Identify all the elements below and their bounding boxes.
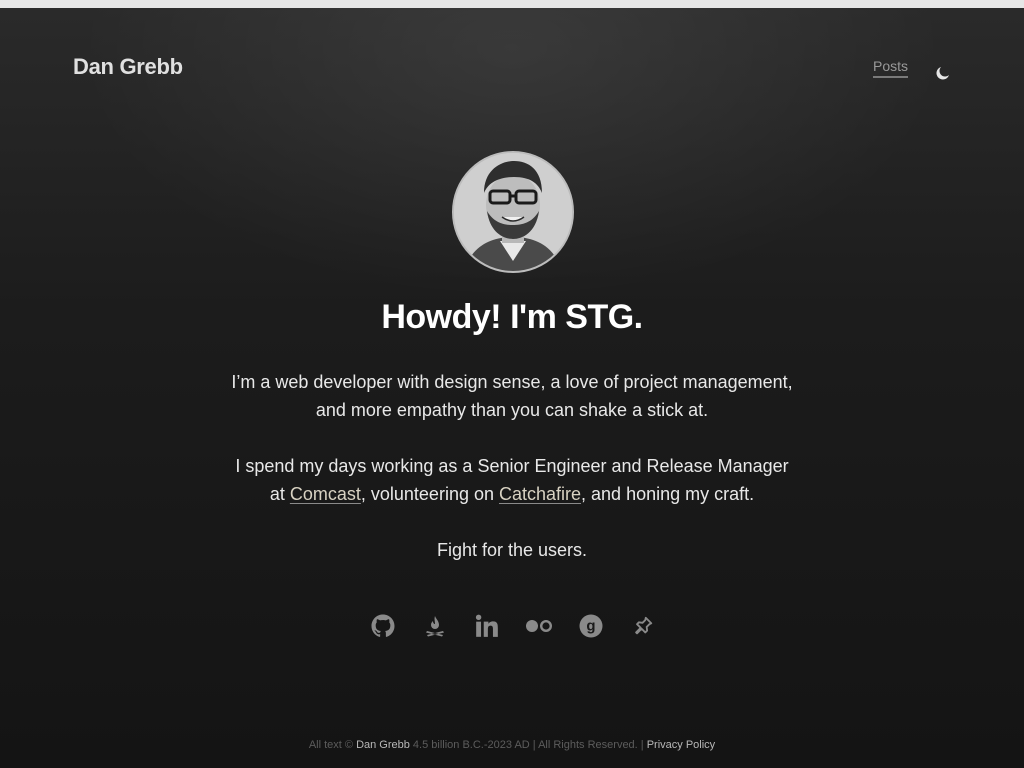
- linkedin-icon[interactable]: [473, 612, 501, 640]
- goodreads-icon[interactable]: g: [577, 612, 605, 640]
- site-logo[interactable]: Dan Grebb: [73, 54, 183, 80]
- page: Dan Grebb Posts Howdy! I'm STG. I’m a we…: [0, 8, 1024, 768]
- footer-range: 4.5 billion B.C.-2023 AD | All Rights Re…: [409, 739, 647, 751]
- comcast-link[interactable]: Comcast: [290, 484, 361, 504]
- tagline: Fight for the users.: [436, 540, 588, 560]
- work-end-text: , and honing my craft.: [581, 484, 755, 504]
- privacy-policy-link[interactable]: Privacy Policy: [647, 739, 715, 751]
- nav-posts-link[interactable]: Posts: [873, 58, 909, 78]
- browser-top-strip: [0, 0, 1024, 8]
- campfire-icon[interactable]: [421, 612, 449, 640]
- moon-icon[interactable]: [934, 64, 952, 82]
- footer: All text © Dan Grebb 4.5 billion B.C.-20…: [0, 739, 1024, 751]
- work-at-text: at: [269, 484, 290, 504]
- flickr-icon[interactable]: [525, 612, 553, 640]
- avatar: [452, 151, 574, 273]
- svg-text:g: g: [586, 618, 595, 635]
- page-title: Howdy! I'm STG.: [381, 298, 643, 336]
- work-paragraph: I spend my days working as a Senior Engi…: [0, 452, 1024, 508]
- footer-name-link[interactable]: Dan Grebb: [356, 739, 410, 751]
- social-links: g: [369, 612, 659, 640]
- intro-paragraph: I’m a web developer with design sense, a…: [0, 368, 1024, 424]
- github-icon[interactable]: [369, 612, 397, 640]
- work-line-1: I spend my days working as a Senior Engi…: [235, 456, 789, 476]
- catchafire-link[interactable]: Catchafire: [499, 484, 581, 504]
- intro-line-1: I’m a web developer with design sense, a…: [231, 372, 793, 392]
- footer-prefix: All text ©: [308, 739, 357, 751]
- intro-line-2: and more empathy than you can shake a st…: [315, 400, 709, 420]
- pin-icon[interactable]: [629, 612, 657, 640]
- work-mid-text: , volunteering on: [360, 484, 499, 504]
